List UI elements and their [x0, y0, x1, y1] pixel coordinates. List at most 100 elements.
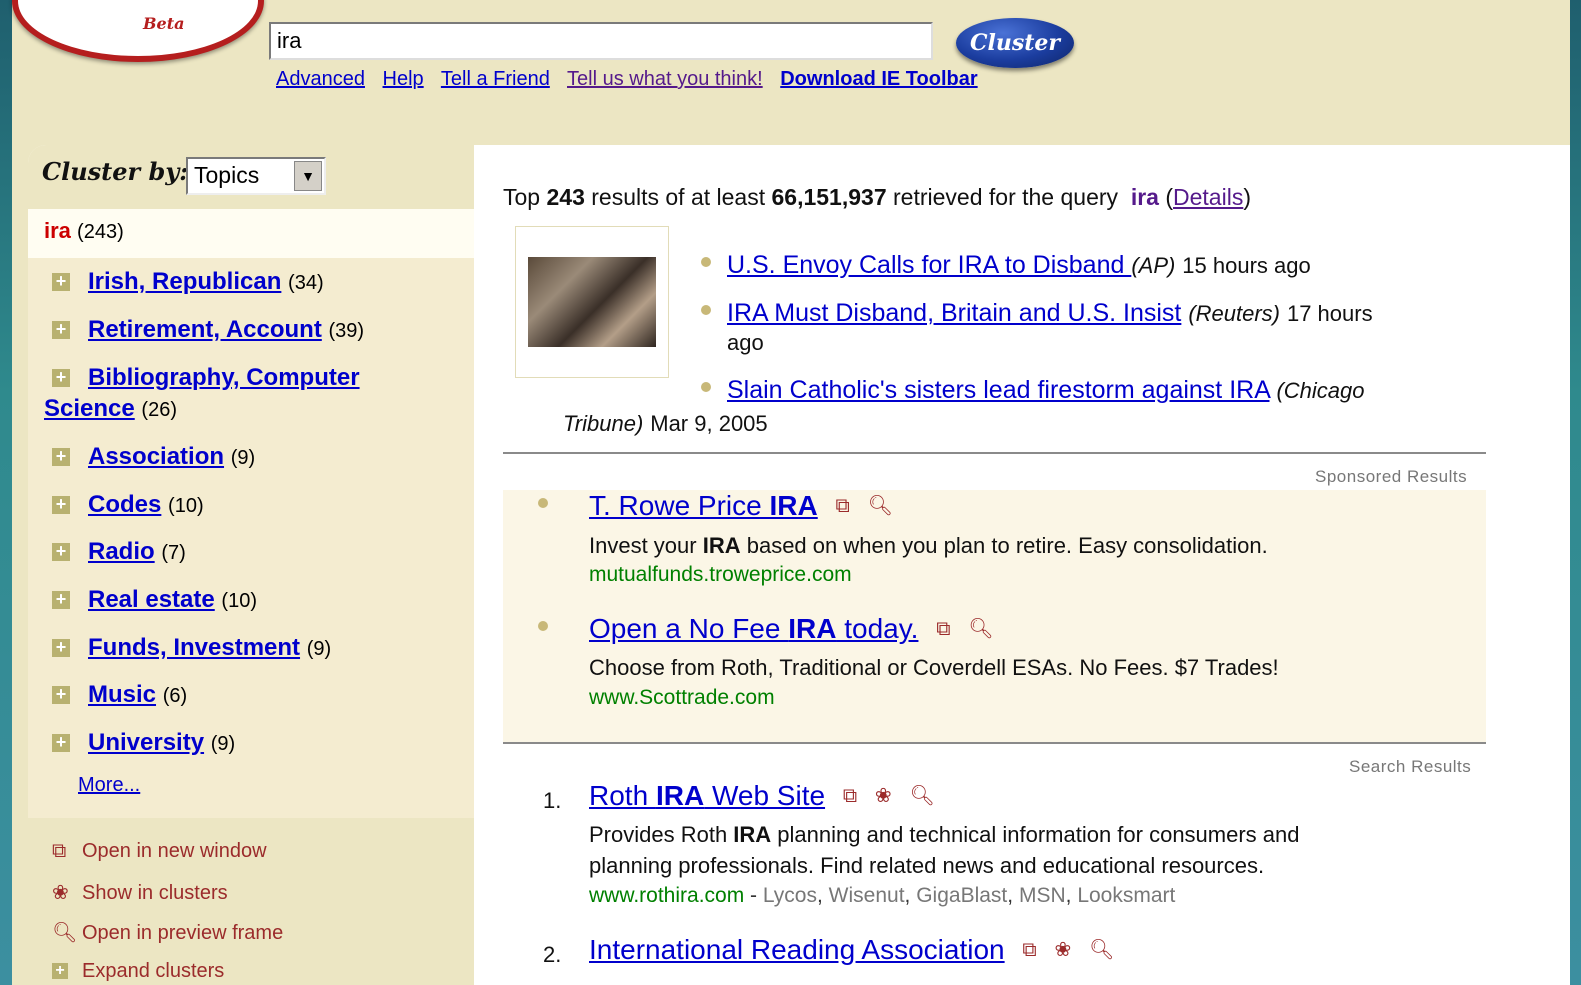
clusters-icon: ❀ [52, 882, 69, 904]
result-desc: Provides Roth IRA planning and technical… [589, 822, 1300, 878]
cluster-item[interactable]: + Retirement, Account (39) [52, 314, 432, 347]
clusters-icon[interactable]: ❀ [875, 783, 892, 808]
download-toolbar-link[interactable]: Download IE Toolbar [780, 68, 977, 90]
cluster-item[interactable]: + Funds, Investment (9) [52, 632, 432, 665]
cluster-item[interactable]: + Music (6) [52, 679, 432, 712]
query-link[interactable]: ira [1131, 184, 1159, 210]
search-results-label: Search Results [1349, 757, 1472, 776]
cluster-item[interactable]: + Codes (10) [52, 489, 432, 522]
expand-icon[interactable]: + [52, 495, 70, 514]
legend-show-clusters: ❀ Show in clusters [52, 880, 228, 905]
cluster-by-bar: Cluster by: Topics ▼ [28, 145, 474, 209]
cluster-item[interactable]: + Radio (7) [52, 536, 432, 569]
sponsored-url: www.Scottrade.com [589, 686, 775, 709]
root-query[interactable]: ira [44, 218, 71, 243]
expand-icon[interactable]: + [52, 542, 70, 561]
cluster-button[interactable]: Cluster [956, 18, 1074, 68]
cluster-link[interactable]: Retirement, Account [88, 316, 322, 343]
cluster-link[interactable]: Radio [88, 538, 155, 565]
sponsored-url: mutualfunds.troweprice.com [589, 563, 852, 586]
cluster-item[interactable]: + Real estate (10) [52, 584, 432, 617]
expand-icon[interactable]: + [52, 368, 70, 387]
clusty-logo[interactable]: Beta [12, 0, 264, 62]
magnifier-icon[interactable]: 🔍︎ [868, 493, 893, 518]
expand-icon[interactable]: + [52, 272, 70, 291]
cluster-link[interactable]: Bibliography, Computer [88, 364, 360, 391]
cluster-item[interactable]: + Association (9) [52, 441, 432, 474]
magnifier-icon[interactable]: 🔍︎ [968, 616, 993, 641]
sponsored-title: T. Rowe Price IRA ⧉ 🔍︎ [589, 490, 893, 522]
cluster-count: (10) [221, 590, 257, 612]
expand-icon[interactable]: + [52, 320, 70, 339]
new-window-icon[interactable]: ⧉ [1022, 939, 1036, 962]
cluster-by-value: Topics [194, 162, 260, 188]
cluster-item[interactable]: + University (9) [52, 727, 432, 760]
sponsored-desc: Choose from Roth, Traditional or Coverde… [589, 655, 1279, 680]
news-thumbnail[interactable] [515, 226, 669, 378]
cluster-count: (34) [288, 272, 324, 294]
magnifier-icon: 🔍︎ [52, 922, 78, 944]
cluster-link[interactable]: Music [88, 681, 156, 708]
news-source: (Chicago [1276, 378, 1365, 403]
engine-source: MSN [1018, 884, 1066, 907]
result-number: 2. [543, 942, 562, 967]
app-frame: Beta Cluster Advanced Help Tell a Friend… [12, 0, 1570, 985]
magnifier-icon[interactable]: 🔍︎ [909, 783, 934, 808]
cluster-item[interactable]: + Bibliography, Computer Science (26) [44, 362, 432, 426]
result-link[interactable]: International Reading Association [589, 934, 1005, 965]
cluster-item[interactable]: + Irish, Republican (34) [52, 266, 432, 299]
feedback-link[interactable]: Tell us what you think! [567, 68, 763, 90]
logo-beta-text: Beta [143, 14, 185, 33]
cluster-link[interactable]: University [88, 729, 204, 756]
result-title: International Reading Association ⧉ ❀ 🔍︎ [589, 934, 1114, 966]
news-photo[interactable] [528, 257, 656, 347]
new-window-icon: ⧉ [52, 840, 67, 862]
expand-icon[interactable]: + [52, 447, 70, 466]
results-summary: Top 243 results of at least 66,151,937 r… [503, 184, 1251, 210]
news-link[interactable]: IRA Must Disband, Britain and U.S. Insis… [727, 299, 1181, 327]
sponsored-link[interactable]: Open a No Fee IRA today. [589, 613, 918, 644]
engine-source: Looksmart [1077, 884, 1176, 907]
cluster-link-line2[interactable]: Science [44, 395, 135, 422]
news-time: 17 hours [1286, 301, 1373, 326]
cluster-count: (9) [306, 638, 332, 660]
news-time-cont: ago [727, 330, 764, 355]
magnifier-icon[interactable]: 🔍︎ [1089, 937, 1114, 962]
search-input[interactable] [269, 22, 933, 60]
cluster-by-select[interactable]: Topics ▼ [186, 157, 326, 195]
cluster-count: (26) [141, 399, 177, 421]
more-clusters-link[interactable]: More... [78, 774, 140, 797]
top-count: 243 [546, 184, 585, 210]
new-window-icon[interactable]: ⧉ [936, 618, 950, 641]
divider [503, 452, 1486, 454]
root-cluster[interactable]: ira (243) [44, 218, 124, 244]
details-link[interactable]: Details [1173, 184, 1243, 210]
cluster-link[interactable]: Funds, Investment [88, 634, 300, 661]
expand-icon[interactable]: + [52, 685, 70, 704]
tell-a-friend-link[interactable]: Tell a Friend [441, 68, 550, 90]
sponsored-link[interactable]: T. Rowe Price IRA [589, 490, 818, 521]
cluster-count: (9) [230, 447, 256, 469]
cluster-link[interactable]: Codes [88, 491, 161, 518]
total-count: 66,151,937 [771, 184, 887, 210]
cluster-link[interactable]: Real estate [88, 586, 215, 613]
news-link[interactable]: U.S. Envoy Calls for IRA to Disband [727, 251, 1131, 279]
advanced-link[interactable]: Advanced [276, 68, 365, 90]
legend-label: Open in new window [82, 840, 267, 862]
cluster-link[interactable]: Association [88, 443, 224, 470]
bullet-icon [701, 257, 711, 267]
news-link[interactable]: Slain Catholic's sisters lead firestorm … [727, 376, 1270, 404]
engine-source: Lycos [762, 884, 817, 907]
expand-icon[interactable]: + [52, 638, 70, 657]
result-link[interactable]: Roth IRA Web Site [589, 780, 825, 811]
news-item: IRA Must Disband, Britain and U.S. Insis… [701, 299, 1481, 357]
expand-icon[interactable]: + [52, 733, 70, 752]
new-window-icon[interactable]: ⧉ [836, 495, 850, 518]
new-window-icon[interactable]: ⧉ [843, 785, 857, 808]
expand-icon[interactable]: + [52, 590, 70, 609]
clusters-icon[interactable]: ❀ [1054, 937, 1071, 962]
help-link[interactable]: Help [383, 68, 424, 90]
result-url: www.rothira.com - Lycos, Wisenut, GigaBl… [589, 884, 1176, 907]
cluster-link[interactable]: Irish, Republican [88, 268, 281, 295]
dropdown-arrow-icon[interactable]: ▼ [294, 161, 322, 191]
